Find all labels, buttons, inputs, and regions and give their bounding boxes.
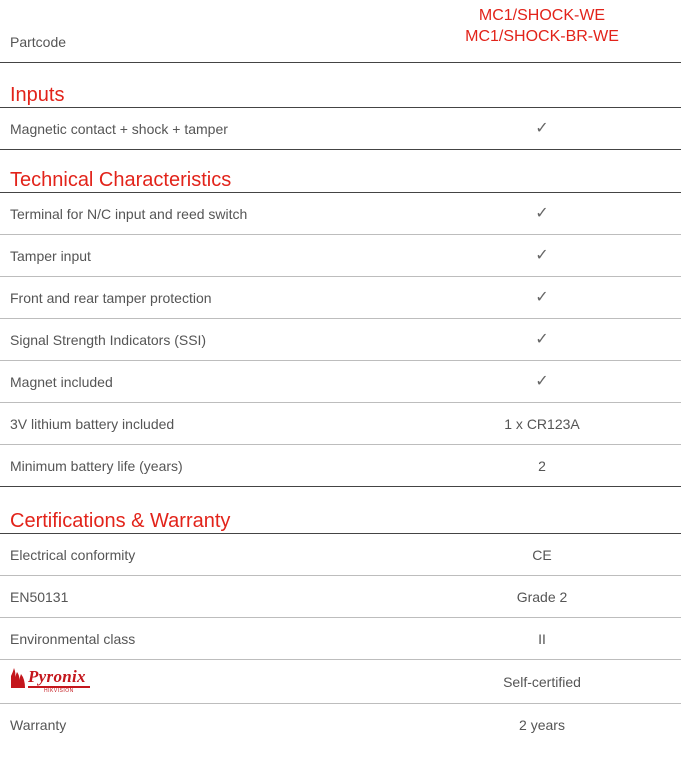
row-label: Tamper input xyxy=(10,248,91,264)
check-icon: ✓ xyxy=(535,247,549,264)
table-row: Minimum battery life (years) 2 xyxy=(0,445,681,487)
table-row: 3V lithium battery included 1 x CR123A xyxy=(0,403,681,445)
row-label: Environmental class xyxy=(10,631,136,647)
table-row: Front and rear tamper protection ✓ xyxy=(0,277,681,319)
row-value: Self-certified xyxy=(503,674,581,690)
table-row: Pyronix HIKVISION Self-certified xyxy=(0,660,681,704)
row-label: Electrical conformity xyxy=(10,547,136,563)
table-row: Warranty 2 years xyxy=(0,704,681,746)
check-icon: ✓ xyxy=(535,373,549,390)
partcode-header: Partcode MC1/SHOCK-WE MC1/SHOCK-BR-WE xyxy=(0,0,681,63)
row-label: Magnetic contact + shock + tamper xyxy=(10,121,228,137)
partcode-1: MC1/SHOCK-WE xyxy=(478,7,606,24)
check-icon: ✓ xyxy=(535,331,549,348)
table-row: Tamper input ✓ xyxy=(0,235,681,277)
table-row: Magnetic contact + shock + tamper ✓ xyxy=(0,108,681,150)
table-row: EN50131 Grade 2 xyxy=(0,576,681,618)
row-label: Magnet included xyxy=(10,374,113,390)
partcode-values: MC1/SHOCK-WE MC1/SHOCK-BR-WE xyxy=(422,5,662,47)
spec-sheet: Partcode MC1/SHOCK-WE MC1/SHOCK-BR-WE In… xyxy=(0,0,681,780)
table-row: Signal Strength Indicators (SSI) ✓ xyxy=(0,319,681,361)
row-value: 1 x CR123A xyxy=(504,416,580,432)
section-title-certifications: Certifications & Warranty xyxy=(0,509,681,534)
row-value: CE xyxy=(532,547,552,563)
row-label: 3V lithium battery included xyxy=(10,416,175,432)
section-title-technical: Technical Characteristics xyxy=(0,168,681,193)
logo-sub: HIKVISION xyxy=(44,688,74,694)
row-value: Grade 2 xyxy=(516,589,568,605)
partcode-label: Partcode xyxy=(10,34,67,50)
check-icon: ✓ xyxy=(535,205,549,222)
row-label: Front and rear tamper protection xyxy=(10,290,212,306)
table-row: Environmental class II xyxy=(0,618,681,660)
row-label: Signal Strength Indicators (SSI) xyxy=(10,332,207,348)
section-title-inputs: Inputs xyxy=(0,83,681,108)
logo-brand: Pyronix xyxy=(28,667,86,686)
row-label: Warranty xyxy=(10,717,67,733)
check-icon: ✓ xyxy=(535,120,549,137)
row-label: Minimum battery life (years) xyxy=(10,458,183,474)
flame-icon xyxy=(11,668,25,688)
check-icon: ✓ xyxy=(535,289,549,306)
row-value: 2 years xyxy=(519,717,565,733)
table-row: Terminal for N/C input and reed switch ✓ xyxy=(0,193,681,235)
row-label: EN50131 xyxy=(10,589,69,605)
table-row: Electrical conformity CE xyxy=(0,534,681,576)
row-label: Terminal for N/C input and reed switch xyxy=(10,206,248,222)
pyronix-logo: Pyronix HIKVISION xyxy=(10,666,130,694)
row-value: II xyxy=(538,631,546,647)
table-row: Magnet included ✓ xyxy=(0,361,681,403)
row-value: 2 xyxy=(538,458,546,474)
partcode-2: MC1/SHOCK-BR-WE xyxy=(465,28,619,45)
